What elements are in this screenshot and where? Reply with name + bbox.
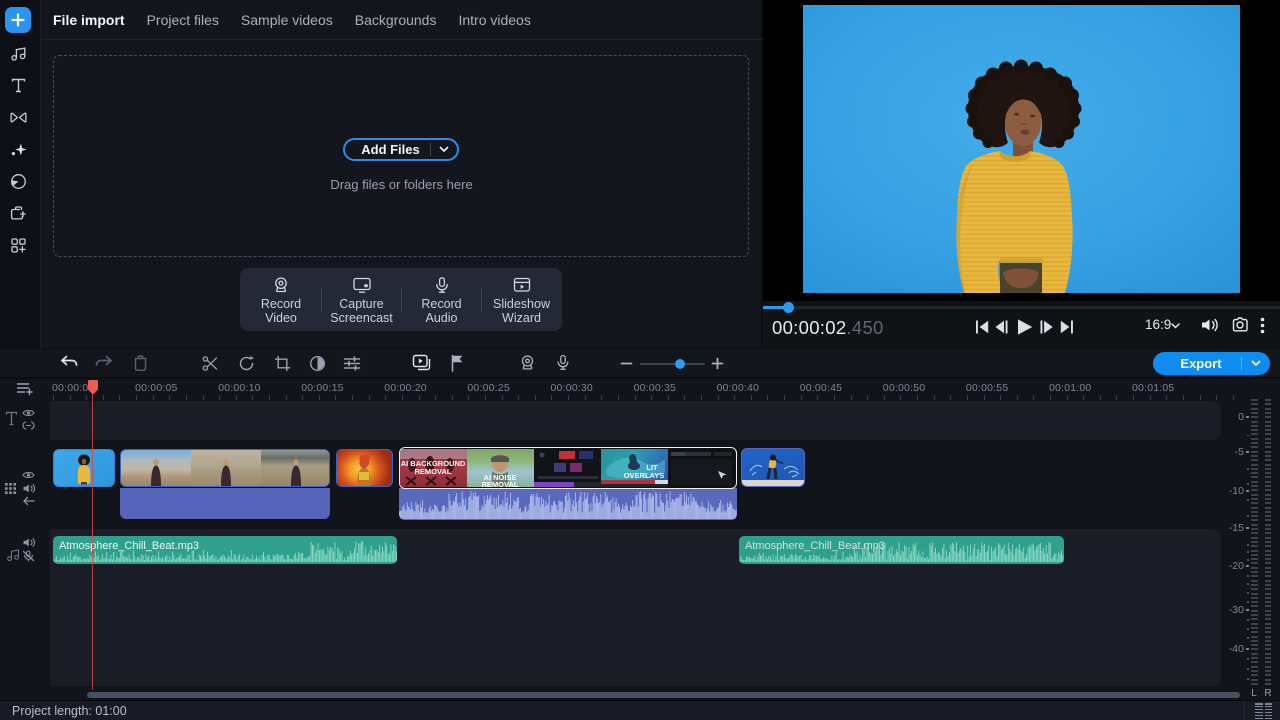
svg-text:REMOVAL: REMOVAL xyxy=(415,467,452,476)
svg-text:REMOVAL: REMOVAL xyxy=(482,480,519,487)
svg-text:OVERLAYS: OVERLAYS xyxy=(624,471,665,480)
